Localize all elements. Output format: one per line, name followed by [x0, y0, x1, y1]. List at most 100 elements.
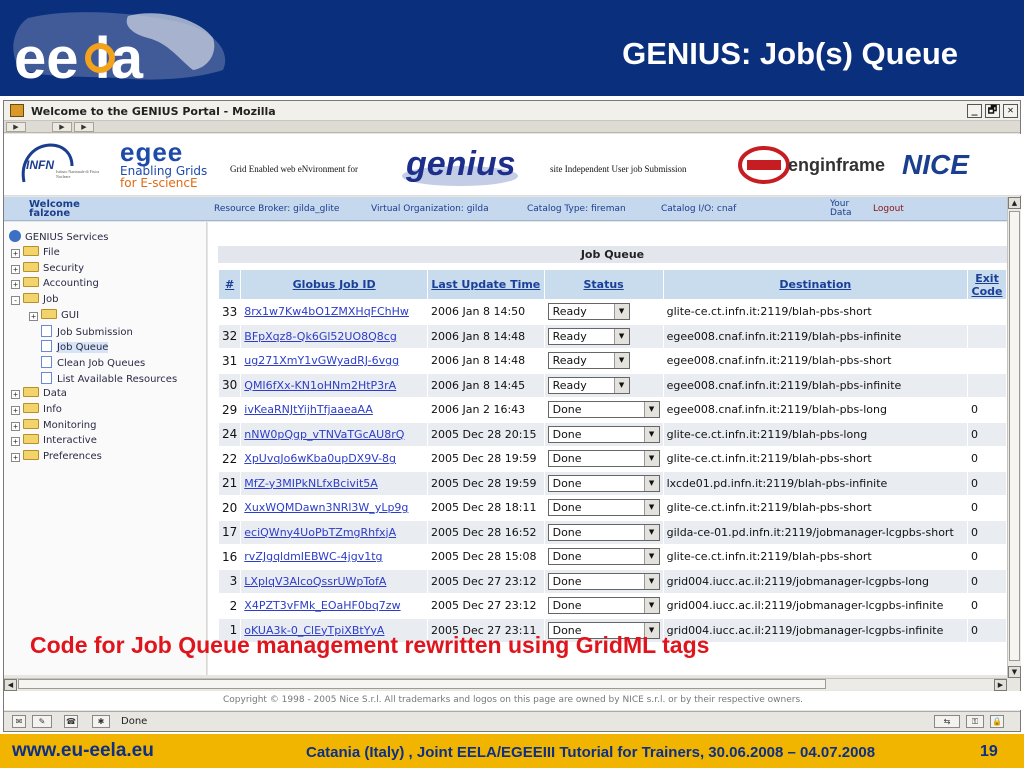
sidebar-item[interactable]: List Available Resources [29, 371, 177, 387]
expander-icon[interactable]: + [11, 437, 20, 447]
destination: grid004.iucc.ac.il:2119/jobmanager-lcgpb… [662, 593, 969, 619]
forward-arrow-icon[interactable]: ▶ [52, 122, 72, 132]
history-arrow-icon[interactable]: ▶ [74, 122, 94, 132]
sidebar-item[interactable]: + Accounting [11, 277, 99, 292]
sidebar-item[interactable]: Job Submission [29, 324, 133, 340]
col-exit-header[interactable]: Exit Code [967, 269, 1007, 300]
job-id-link[interactable]: MfZ-y3MIPkNLfxBcivit5A [240, 470, 429, 496]
status-value: Ready [552, 378, 587, 392]
sidebar-item[interactable]: + Data [11, 387, 67, 402]
sidebar-item[interactable]: Job Queue [29, 340, 109, 355]
your-data-link-2[interactable]: Data [830, 208, 852, 218]
sidebar-item[interactable]: - Job [11, 293, 58, 308]
scroll-right-icon[interactable]: ▶ [994, 679, 1007, 691]
job-id-link[interactable]: XuxWQMDawn3NRl3W_yLp9g [240, 495, 429, 521]
col-status-header[interactable]: Status [543, 269, 664, 300]
sidebar-item[interactable]: + Monitoring [11, 418, 96, 434]
dropdown-arrow-icon[interactable]: ▼ [643, 451, 659, 467]
horizontal-scroll-thumb[interactable] [18, 679, 826, 689]
job-id-link[interactable]: XpUvqJo6wKba0upDX9V-8g [240, 446, 429, 472]
expander-icon[interactable]: + [29, 311, 38, 321]
sidebar-item[interactable]: + Preferences [11, 450, 102, 465]
expander-icon[interactable]: + [11, 453, 20, 463]
dropdown-arrow-icon[interactable]: ▼ [643, 573, 659, 589]
logout-link[interactable]: Logout [873, 204, 904, 214]
horizontal-scrollbar[interactable]: ◀ ▶ [4, 678, 1007, 691]
scroll-left-icon[interactable]: ◀ [4, 679, 17, 691]
status-select[interactable]: Done ▼ [547, 401, 660, 419]
maximize-button[interactable]: 🗗 [985, 104, 1000, 118]
expander-icon[interactable]: + [11, 264, 20, 274]
col-id-header[interactable]: Globus Job ID [240, 269, 429, 300]
dropdown-arrow-icon[interactable]: ▼ [643, 426, 659, 442]
job-id-link[interactable]: ivKeaRNJtYijhTfjaaeaAA [240, 397, 429, 423]
expander-icon[interactable]: + [11, 406, 20, 415]
status-select[interactable]: Done ▼ [547, 597, 660, 615]
col-update-header[interactable]: Last Update Time [427, 269, 545, 300]
status-select[interactable]: Done ▼ [547, 450, 660, 468]
job-id-link[interactable]: rvZJgqldmIEBWC-4jgv1tg [240, 544, 429, 570]
status-cell: Ready ▼ [543, 299, 664, 325]
minimize-button[interactable]: _ [967, 104, 982, 118]
status-select[interactable]: Done ▼ [547, 523, 660, 541]
job-id-link[interactable]: QMI6fXx-KN1oHNm2HtP3rA [240, 372, 429, 398]
sidebar-item[interactable]: Clean Job Queues [29, 355, 145, 371]
dropdown-arrow-icon[interactable]: ▼ [613, 353, 629, 369]
expander-icon[interactable]: + [11, 421, 20, 431]
scroll-up-icon[interactable]: ▲ [1008, 197, 1021, 209]
scroll-down-icon[interactable]: ▼ [1008, 666, 1021, 678]
vertical-scroll-thumb[interactable] [1009, 211, 1020, 661]
mail-icon[interactable]: ✉ [12, 715, 26, 728]
job-id-link[interactable]: eciQWny4UoPbTZmgRhfxjA [240, 519, 429, 545]
window-titlebar[interactable]: Welcome to the GENIUS Portal - Mozilla _… [4, 101, 1020, 121]
dropdown-arrow-icon[interactable]: ▼ [613, 304, 629, 320]
job-number: 24 [217, 421, 242, 447]
close-button[interactable]: ✕ [1003, 104, 1018, 118]
chat-icon[interactable]: ✱ [92, 715, 110, 728]
status-select[interactable]: Ready ▼ [547, 352, 630, 370]
vertical-scrollbar[interactable]: ▲ ▼ [1007, 197, 1021, 678]
col-destination-header[interactable]: Destination [662, 269, 969, 300]
sidebar-item[interactable]: + File [11, 246, 60, 261]
status-select[interactable]: Done ▼ [547, 572, 660, 590]
sidebar-item[interactable]: + Interactive [11, 434, 97, 449]
table-row: 20 XuxWQMDawn3NRl3W_yLp9g 2005 Dec 28 18:1… [217, 495, 1007, 521]
dropdown-arrow-icon[interactable]: ▼ [643, 402, 659, 418]
status-select[interactable]: Done ▼ [547, 548, 660, 566]
addressbook-icon[interactable]: ☎ [64, 715, 78, 728]
dropdown-arrow-icon[interactable]: ▼ [643, 549, 659, 565]
sidebar-item[interactable]: + GUI [29, 308, 79, 324]
folder-icon [23, 418, 39, 429]
composer-icon[interactable]: ✎ [32, 715, 52, 728]
dropdown-arrow-icon[interactable]: ▼ [643, 598, 659, 614]
back-arrow-icon[interactable]: ▶ [6, 122, 26, 132]
status-select[interactable]: Done ▼ [547, 499, 660, 517]
expander-icon[interactable]: + [11, 390, 20, 400]
status-select[interactable]: Ready ▼ [547, 327, 630, 345]
job-id-link[interactable]: ug271XmY1vGWyadRJ-6vgg [240, 348, 429, 374]
expander-icon[interactable]: + [11, 280, 20, 290]
expander-icon[interactable]: - [11, 296, 20, 306]
status-select[interactable]: Done ▼ [547, 474, 660, 492]
job-id-link[interactable]: BFpXqz8-Qk6Gl52UO8Q8cg [240, 323, 429, 349]
table-row: 33 8rx1w7Kw4bO1ZMXHqFChHw 2006 Jan 8 14:50… [217, 299, 1007, 325]
status-select[interactable]: Ready ▼ [547, 303, 630, 321]
job-id-link[interactable]: LXplqV3AlcoQssrUWpTofA [240, 568, 429, 594]
job-id-link[interactable]: nNW0pQgp_vTNVaTGcAU8rQ [240, 421, 429, 447]
status-select[interactable]: Ready ▼ [547, 376, 630, 394]
catalog-type: Catalog Type: fireman [527, 204, 626, 214]
dropdown-arrow-icon[interactable]: ▼ [643, 475, 659, 491]
exit-code [967, 372, 1007, 398]
sidebar-item[interactable]: + Info [11, 403, 62, 418]
dropdown-arrow-icon[interactable]: ▼ [613, 377, 629, 393]
job-id-link[interactable]: X4PZT3vFMk_EOaHF0bq7zw [240, 593, 429, 619]
expander-icon[interactable]: + [11, 249, 20, 258]
dropdown-arrow-icon[interactable]: ▼ [643, 500, 659, 516]
dropdown-arrow-icon[interactable]: ▼ [613, 328, 629, 344]
tree-root[interactable]: GENIUS Services [9, 230, 109, 245]
sidebar-item[interactable]: + Security [11, 261, 84, 277]
dropdown-arrow-icon[interactable]: ▼ [643, 524, 659, 540]
job-id-link[interactable]: 8rx1w7Kw4bO1ZMXHqFChHw [240, 299, 429, 325]
col-num-header[interactable]: # [217, 269, 242, 300]
status-select[interactable]: Done ▼ [547, 425, 660, 443]
